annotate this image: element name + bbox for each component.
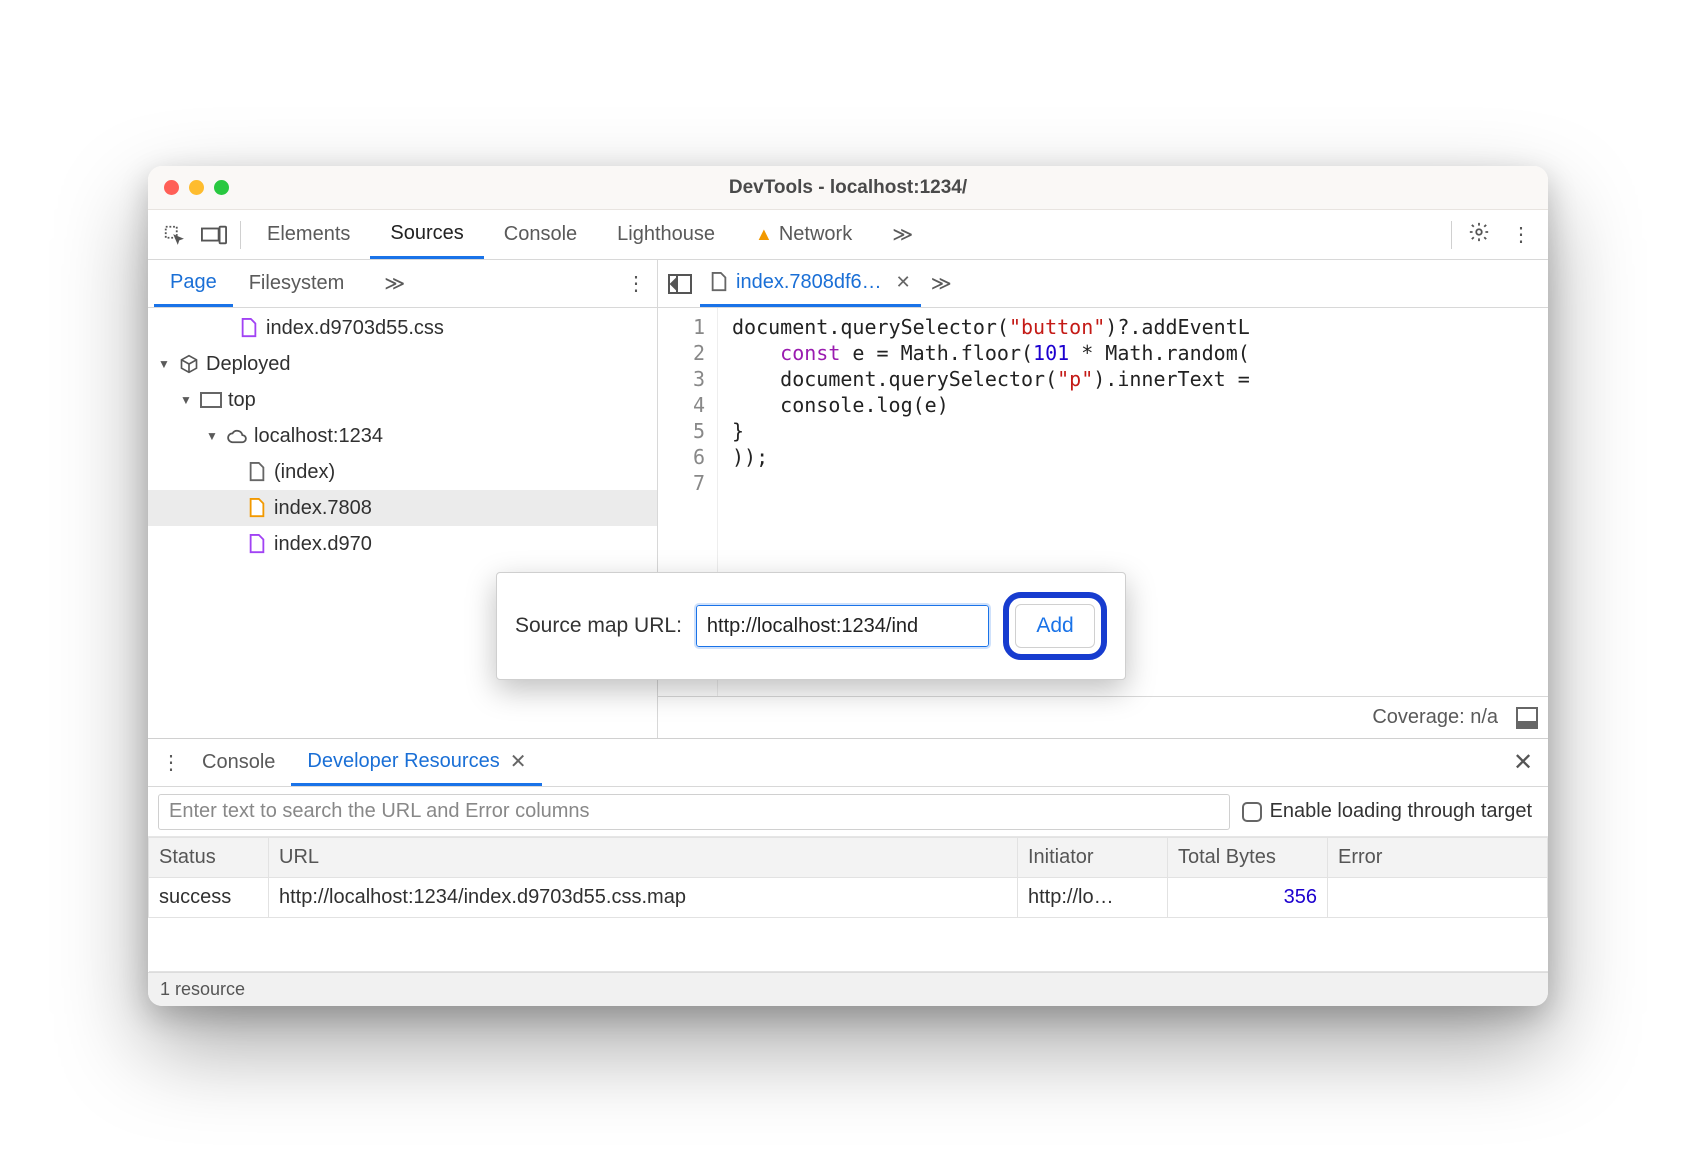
dialog-label: Source map URL: <box>515 614 682 638</box>
drawer: ⋮ Console Developer Resources ✕ ✕ Enter … <box>148 738 1548 1006</box>
close-drawer-icon[interactable]: ✕ <box>1506 748 1540 777</box>
cell-error <box>1328 878 1548 918</box>
tree-group-deployed[interactable]: ▼ Deployed <box>148 346 657 382</box>
tree-file-index[interactable]: (index) <box>148 454 657 490</box>
col-bytes[interactable]: Total Bytes <box>1168 838 1328 878</box>
tree-file-js-selected[interactable]: index.7808 <box>148 490 657 526</box>
col-initiator[interactable]: Initiator <box>1018 838 1168 878</box>
editor-tab-label: index.7808df6… <box>736 271 882 294</box>
tree-label: index.d970 <box>274 533 372 556</box>
file-icon <box>246 462 268 482</box>
navigator-tabs: Page Filesystem ≫ ⋮ <box>148 260 657 308</box>
tree-label: top <box>228 389 256 412</box>
status-text: 1 resource <box>160 979 245 1000</box>
drawer-tab-devresources[interactable]: Developer Resources ✕ <box>291 739 542 786</box>
checkbox-icon <box>1242 802 1262 822</box>
more-menu-icon[interactable]: ⋮ <box>1500 222 1542 247</box>
editor-tab-active[interactable]: index.7808df6… ✕ <box>700 260 921 307</box>
enable-loading-checkbox[interactable]: Enable loading through target <box>1242 800 1538 823</box>
navigator-more-icon[interactable]: ⋮ <box>621 271 651 296</box>
drawer-tabs: ⋮ Console Developer Resources ✕ ✕ <box>148 739 1548 787</box>
tree-label: Deployed <box>206 353 291 376</box>
editor-footer: Coverage: n/a <box>658 696 1548 738</box>
drawer-tab-console[interactable]: Console <box>186 739 291 786</box>
cell-url: http://localhost:1234/index.d9703d55.css… <box>269 878 1018 918</box>
filter-input[interactable]: Enter text to search the URL and Error c… <box>158 794 1230 830</box>
tab-console[interactable]: Console <box>484 210 597 259</box>
tree-label: index.d9703d55.css <box>266 317 444 340</box>
cloud-icon <box>226 428 248 444</box>
tree-label: (index) <box>274 461 335 484</box>
cell-status: success <box>149 878 269 918</box>
warning-icon: ▲ <box>755 224 773 245</box>
inspect-element-icon[interactable] <box>154 224 194 246</box>
settings-gear-icon[interactable] <box>1458 221 1500 249</box>
tree-file-css[interactable]: index.d9703d55.css <box>148 310 657 346</box>
checkbox-label: Enable loading through target <box>1270 800 1532 823</box>
toolbar-divider <box>1451 221 1452 249</box>
tree-frame-top[interactable]: ▼ top <box>148 382 657 418</box>
titlebar: DevTools - localhost:1234/ <box>148 166 1548 210</box>
subtab-page[interactable]: Page <box>154 260 233 307</box>
source-map-url-input[interactable] <box>696 605 989 647</box>
tab-network[interactable]: ▲ Network <box>735 210 872 259</box>
tabs-overflow[interactable]: ≫ <box>872 210 933 259</box>
close-tab-icon[interactable]: ✕ <box>896 272 911 293</box>
file-icon <box>246 498 268 518</box>
editor-tabs-overflow[interactable]: ≫ <box>921 271 962 296</box>
tab-lighthouse[interactable]: Lighthouse <box>597 210 735 259</box>
drawer-statusbar: 1 resource <box>148 972 1548 1006</box>
frame-icon <box>200 392 222 408</box>
cube-icon <box>178 354 200 374</box>
tab-network-label: Network <box>779 223 852 246</box>
col-error[interactable]: Error <box>1328 838 1548 878</box>
resources-table: Status URL Initiator Total Bytes Error s… <box>148 837 1548 972</box>
cell-initiator: http://lo… <box>1018 878 1168 918</box>
devtools-window: DevTools - localhost:1234/ Elements Sour… <box>148 166 1548 1006</box>
add-button-highlight: Add <box>1003 592 1107 660</box>
toolbar-divider <box>240 221 241 249</box>
file-icon <box>238 318 260 338</box>
disclosure-triangle-icon: ▼ <box>158 357 172 371</box>
cell-bytes: 356 <box>1168 878 1328 918</box>
tree-origin-localhost[interactable]: ▼ localhost:1234 <box>148 418 657 454</box>
tree-file-css2[interactable]: index.d970 <box>148 526 657 562</box>
close-tab-icon[interactable]: ✕ <box>510 749 527 774</box>
window-title: DevTools - localhost:1234/ <box>148 177 1548 199</box>
disclosure-triangle-icon: ▼ <box>180 393 194 407</box>
table-row-empty <box>149 918 1548 972</box>
tab-elements[interactable]: Elements <box>247 210 370 259</box>
tree-label: localhost:1234 <box>254 425 383 448</box>
device-toolbar-icon[interactable] <box>194 225 234 245</box>
editor-tabs: index.7808df6… ✕ ≫ <box>658 260 1548 308</box>
subtabs-overflow[interactable]: ≫ <box>368 260 421 307</box>
tab-sources[interactable]: Sources <box>370 210 483 259</box>
tree-label: index.7808 <box>274 497 372 520</box>
disclosure-triangle-icon: ▼ <box>206 429 220 443</box>
filter-placeholder: Enter text to search the URL and Error c… <box>169 800 590 823</box>
col-status[interactable]: Status <box>149 838 269 878</box>
add-button[interactable]: Add <box>1015 604 1095 648</box>
file-icon <box>246 534 268 554</box>
coverage-label: Coverage: n/a <box>1372 706 1498 729</box>
col-url[interactable]: URL <box>269 838 1018 878</box>
main-toolbar: Elements Sources Console Lighthouse ▲ Ne… <box>148 210 1548 260</box>
table-row[interactable]: success http://localhost:1234/index.d970… <box>149 878 1548 918</box>
drawer-tab-label: Developer Resources <box>307 750 499 773</box>
drawer-more-icon[interactable]: ⋮ <box>156 750 186 775</box>
show-drawer-icon[interactable] <box>1516 707 1538 729</box>
toggle-navigator-icon[interactable] <box>660 274 700 294</box>
source-map-dialog: Source map URL: Add <box>496 572 1126 680</box>
resources-filterbar: Enter text to search the URL and Error c… <box>148 787 1548 837</box>
subtab-filesystem[interactable]: Filesystem <box>233 260 361 307</box>
